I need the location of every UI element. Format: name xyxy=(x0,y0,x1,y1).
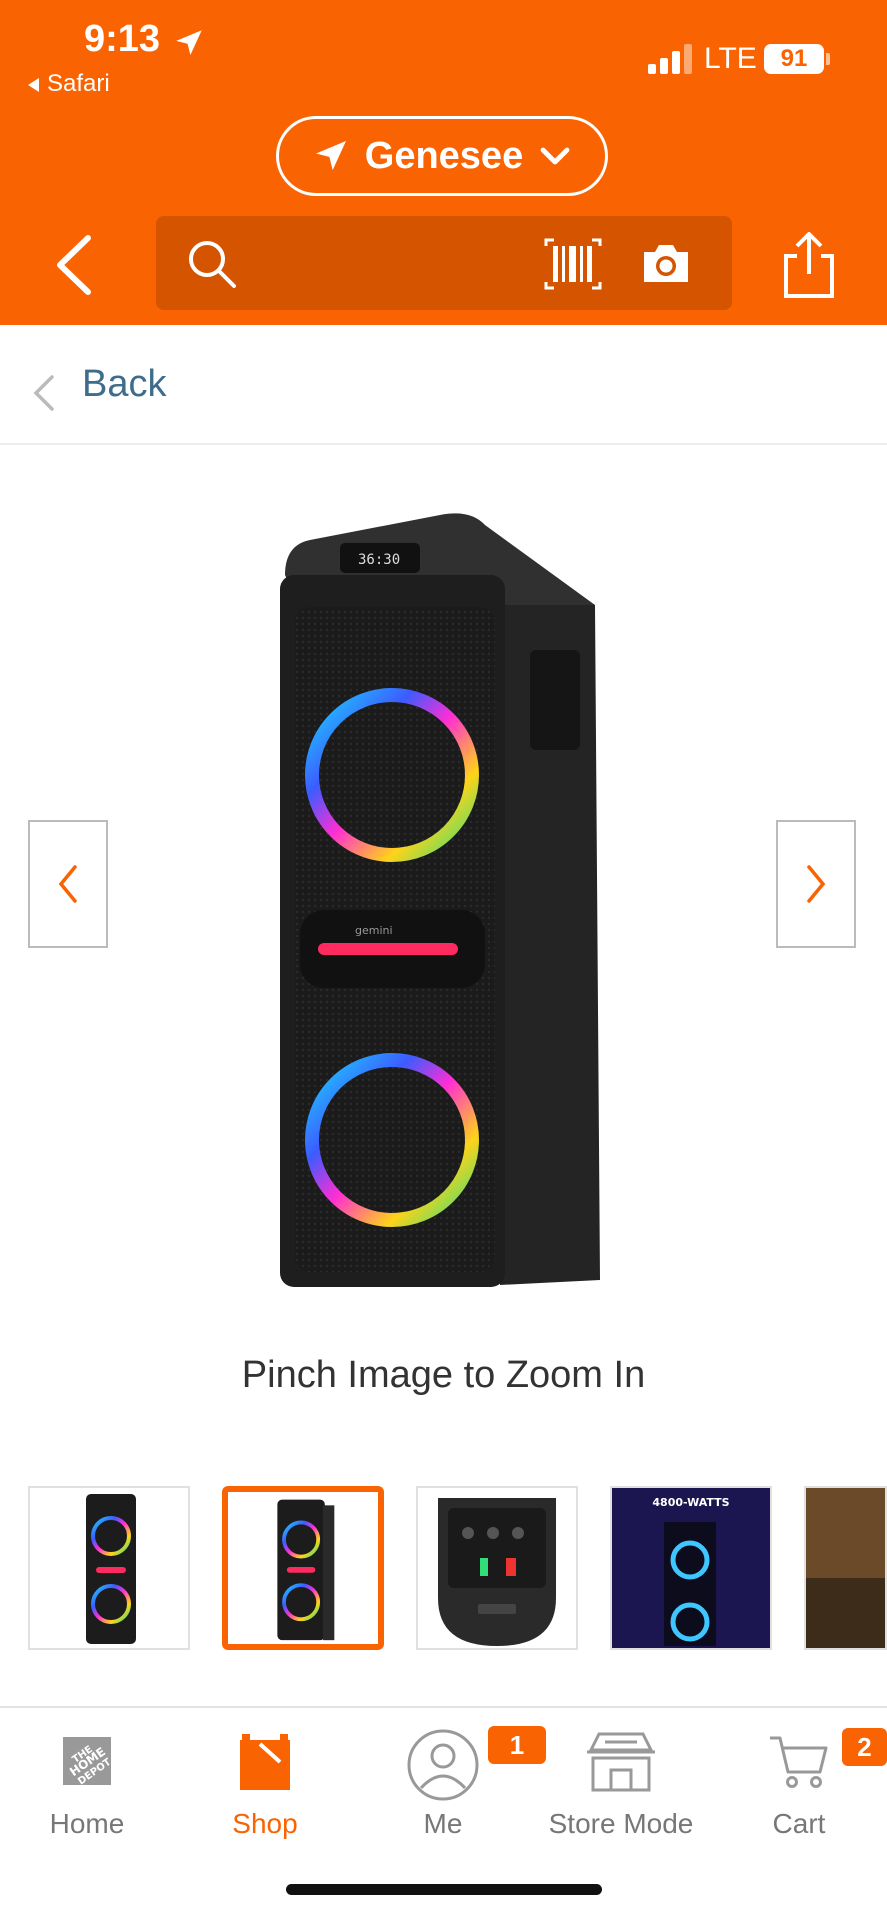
back-link[interactable]: Back xyxy=(82,363,166,406)
navigation-arrow-icon xyxy=(315,141,346,171)
chevron-left-icon xyxy=(58,865,77,903)
gallery-next-button[interactable] xyxy=(776,820,856,948)
thumbnail-strip[interactable]: 4800-WATTS xyxy=(0,1486,887,1652)
thumbnail-1[interactable] xyxy=(28,1486,190,1650)
cart-badge: 2 xyxy=(842,1728,887,1766)
location-arrow-icon xyxy=(176,30,202,56)
top-header: 9:13 Safari LTE 91 Genesee xyxy=(0,0,887,325)
home-depot-logo-icon: THE HOME DEPOT xyxy=(63,1737,114,1787)
tab-label: Cart xyxy=(772,1808,826,1839)
back-arrow-icon[interactable] xyxy=(48,230,98,300)
tab-label: Me xyxy=(423,1808,463,1839)
signal-icon xyxy=(648,44,692,74)
camera-icon[interactable] xyxy=(640,240,692,286)
cart-icon xyxy=(770,1736,828,1788)
svg-text:gemini: gemini xyxy=(355,924,393,937)
thumbnail-5[interactable] xyxy=(804,1486,887,1650)
tab-label: Store Mode xyxy=(548,1808,694,1839)
svg-text:36:30: 36:30 xyxy=(358,552,400,568)
thumbnail-image xyxy=(86,1494,136,1644)
product-image-gallery[interactable]: 36:30 gemini xyxy=(0,445,887,1295)
thumbnail-2[interactable] xyxy=(222,1486,384,1650)
search-input[interactable] xyxy=(156,216,732,310)
back-triangle-icon xyxy=(28,77,39,92)
tab-label: Shop xyxy=(232,1808,298,1839)
thumbnail-4[interactable]: 4800-WATTS xyxy=(610,1486,772,1650)
shop-bag-icon xyxy=(240,1734,290,1790)
thumbnail-3[interactable] xyxy=(416,1486,578,1650)
chevron-down-icon xyxy=(540,147,570,165)
network-label: LTE xyxy=(704,42,757,75)
thumbnail-image xyxy=(806,1488,885,1648)
thumbnail-overlay-text: 4800-WATTS xyxy=(652,1496,729,1509)
store-icon xyxy=(587,1732,655,1792)
tab-label: Home xyxy=(49,1808,125,1839)
product-image: 36:30 gemini xyxy=(280,513,600,1287)
chevron-left-icon xyxy=(33,375,54,411)
home-indicator xyxy=(286,1884,602,1895)
status-time: 9:13 xyxy=(84,18,161,60)
back-bar[interactable]: Back xyxy=(0,325,887,445)
gallery-prev-button[interactable] xyxy=(28,820,108,948)
search-icon xyxy=(189,241,236,288)
battery-cap xyxy=(826,53,830,65)
share-icon[interactable] xyxy=(780,228,838,300)
chevron-right-icon xyxy=(807,865,826,903)
store-name: Genesee xyxy=(364,134,524,177)
me-badge: 1 xyxy=(488,1726,546,1764)
thumbnail-image xyxy=(438,1498,556,1646)
thumbnail-image xyxy=(277,1499,335,1641)
store-selector-button[interactable]: Genesee xyxy=(276,116,608,196)
thumbnail-image: 4800-WATTS xyxy=(612,1488,770,1648)
battery-icon: 91 xyxy=(764,44,824,74)
back-to-app[interactable]: Safari xyxy=(28,70,110,98)
user-icon xyxy=(407,1729,479,1801)
barcode-scan-icon[interactable] xyxy=(544,238,602,290)
zoom-hint: Pinch Image to Zoom In xyxy=(241,1354,646,1396)
